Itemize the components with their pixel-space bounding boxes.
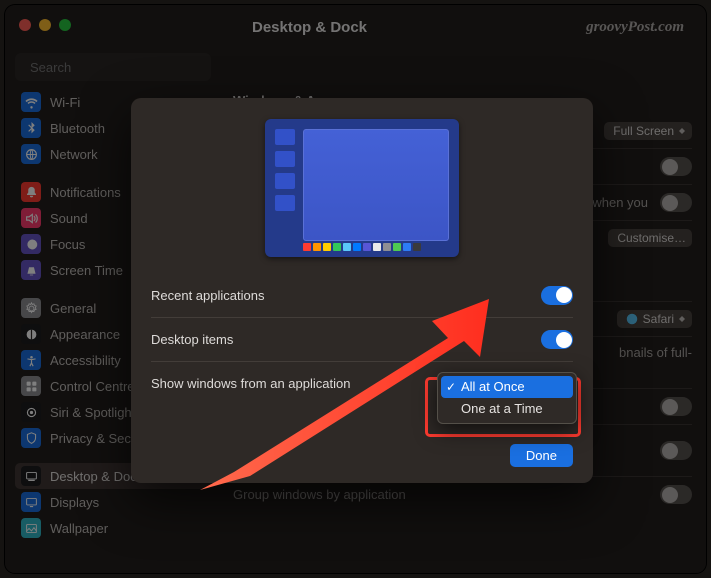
desktop-items-toggle[interactable] [541, 330, 573, 349]
settings-window: Desktop & Dock groovyPost.com Wi-FiBluet… [5, 5, 706, 573]
dropdown-all-at-once[interactable]: All at Once [441, 376, 573, 398]
dock-preview [303, 243, 421, 251]
mission-control-sheet: Recent applications Desktop items Show w… [131, 98, 593, 483]
desktop-items-row: Desktop items [151, 317, 573, 361]
mission-control-preview [265, 119, 459, 257]
dropdown-menu: All at Once One at a Time [437, 372, 577, 424]
recent-apps-toggle[interactable] [541, 286, 573, 305]
show-windows-row: Show windows from an application All at … [151, 361, 573, 405]
dropdown-one-at-a-time[interactable]: One at a Time [441, 398, 573, 420]
recent-apps-row: Recent applications [151, 273, 573, 317]
done-button[interactable]: Done [510, 444, 573, 467]
